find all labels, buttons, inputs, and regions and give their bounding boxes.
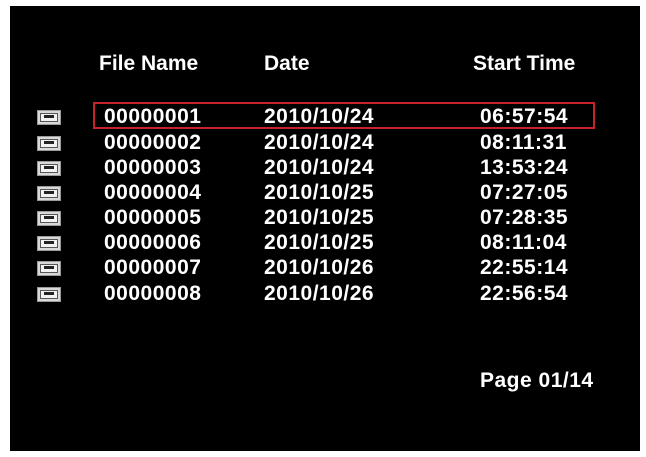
file-start-time: 08:11:31: [480, 131, 567, 154]
file-row[interactable]: 00000003 2010/10/24 13:53:24: [10, 157, 640, 179]
file-date: 2010/10/24: [264, 105, 375, 128]
column-header-file-name: File Name: [99, 52, 199, 75]
file-date: 2010/10/24: [264, 156, 375, 179]
file-row[interactable]: 00000002 2010/10/24 08:11:31: [10, 132, 640, 154]
file-start-time: 07:28:35: [480, 206, 569, 229]
file-start-time: 22:55:14: [480, 256, 569, 279]
file-date: 2010/10/26: [264, 282, 375, 305]
file-start-time: 22:56:54: [480, 282, 569, 305]
file-row[interactable]: 00000004 2010/10/25 07:27:05: [10, 182, 640, 204]
column-header-date: Date: [264, 52, 310, 75]
file-start-time: 08:11:04: [480, 231, 567, 254]
file-name: 00000002: [104, 131, 202, 154]
file-icon: [37, 136, 61, 151]
file-date: 2010/10/26: [264, 256, 375, 279]
file-icon: [37, 186, 61, 201]
file-row[interactable]: 00000005 2010/10/25 07:28:35: [10, 207, 640, 229]
file-row[interactable]: 00000008 2010/10/26 22:56:54: [10, 283, 640, 305]
file-name: 00000008: [104, 282, 202, 305]
file-name: 00000006: [104, 231, 202, 254]
file-row[interactable]: 00000006 2010/10/25 08:11:04: [10, 232, 640, 254]
file-date: 2010/10/25: [264, 231, 375, 254]
file-date: 2010/10/24: [264, 131, 375, 154]
file-date: 2010/10/25: [264, 181, 375, 204]
file-date: 2010/10/25: [264, 206, 375, 229]
file-name: 00000003: [104, 156, 202, 179]
file-icon: [37, 236, 61, 251]
file-icon: [37, 261, 61, 276]
file-icon: [37, 161, 61, 176]
file-start-time: 13:53:24: [480, 156, 569, 179]
file-start-time: 06:57:54: [480, 105, 569, 128]
file-name: 00000007: [104, 256, 202, 279]
file-icon: [37, 211, 61, 226]
file-name: 00000001: [104, 105, 202, 128]
file-row[interactable]: 00000007 2010/10/26 22:55:14: [10, 257, 640, 279]
column-header-row: File Name Date Start Time: [10, 52, 640, 82]
file-name: 00000005: [104, 206, 202, 229]
column-header-start-time: Start Time: [473, 52, 576, 75]
file-name: 00000004: [104, 181, 202, 204]
file-icon: [37, 110, 61, 125]
file-start-time: 07:27:05: [480, 181, 569, 204]
page-indicator: Page 01/14: [480, 369, 594, 392]
file-browser-screen: File Name Date Start Time 00000001 2010/…: [10, 6, 640, 451]
file-icon: [37, 287, 61, 302]
file-row[interactable]: 00000001 2010/10/24 06:57:54: [10, 106, 640, 128]
